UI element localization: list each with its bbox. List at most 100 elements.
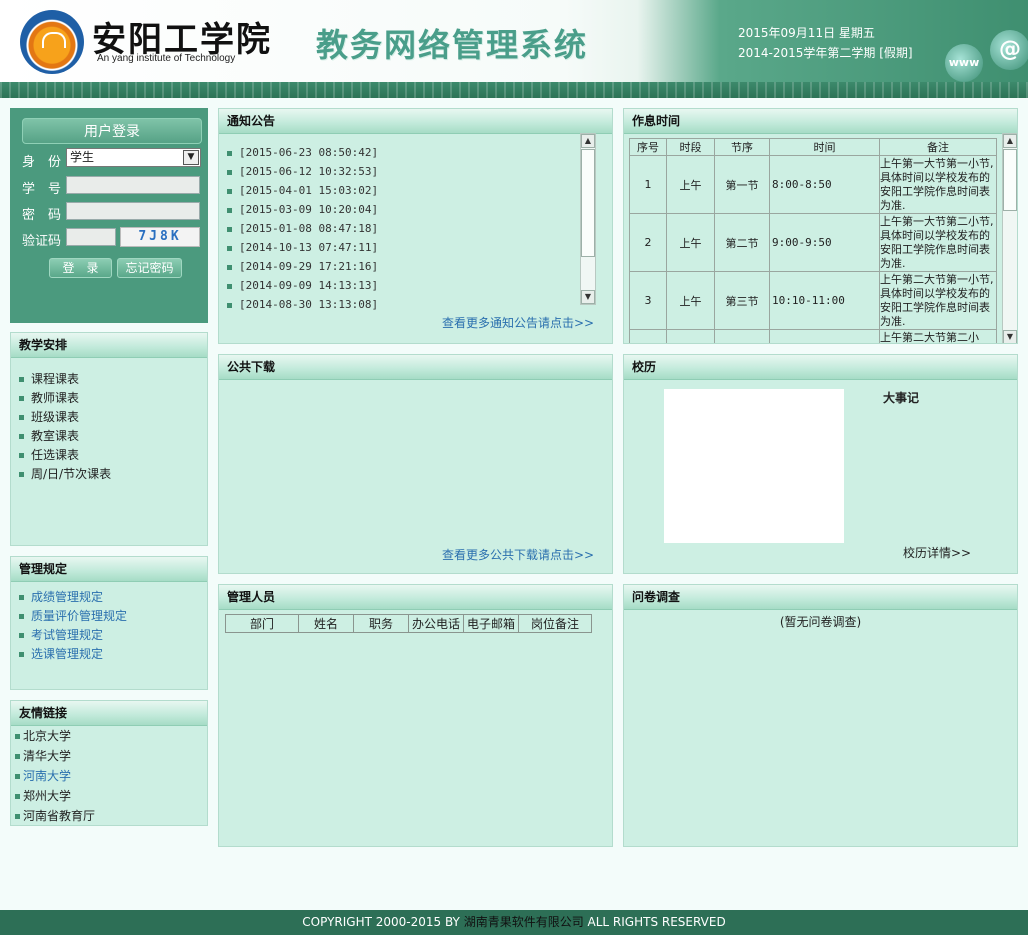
column-header: 岗位备注	[518, 614, 592, 633]
bullet-icon	[227, 302, 232, 308]
column-header: 时间	[769, 138, 880, 156]
scroll-thumb[interactable]	[1003, 149, 1017, 211]
scroll-thumb[interactable]	[581, 149, 595, 257]
notices-panel: 通知公告 [2015-06-23 08:50:42] [2015-06-12 1…	[218, 108, 613, 344]
footer-copyright: COPYRIGHT 2000-2015 BY	[302, 915, 464, 929]
notices-title: 通知公告	[219, 109, 612, 134]
forgot-password-button[interactable]: 忘记密码	[117, 258, 182, 278]
identity-value: 学生	[70, 150, 95, 164]
column-header: 时段	[666, 138, 715, 156]
scroll-up-icon[interactable]: ▲	[1003, 134, 1017, 148]
password-input[interactable]	[66, 202, 200, 220]
list-item[interactable]: 教室课表	[19, 427, 207, 446]
column-header: 节序	[714, 138, 770, 156]
scroll-down-icon[interactable]: ▼	[581, 290, 595, 304]
list-item[interactable]: 河南大学	[15, 766, 207, 786]
list-item[interactable]: 郑州大学	[15, 786, 207, 806]
downloads-more-link[interactable]: 查看更多公共下载请点击>>	[442, 546, 594, 563]
notices-more-link[interactable]: 查看更多通知公告请点击>>	[442, 314, 594, 331]
list-item[interactable]: 成绩管理规定	[19, 588, 207, 607]
survey-empty-text: (暂无问卷调查)	[779, 615, 862, 629]
teaching-panel: 教学安排 课程课表 教师课表 班级课表 教室课表 任选课表 周/日/节次课表	[10, 332, 208, 546]
list-item[interactable]: 河南省教育厅	[15, 806, 207, 826]
list-item[interactable]: [2014-08-30 13:13:08]	[227, 295, 378, 314]
notices-scrollbar[interactable]: ▲ ▼	[580, 133, 596, 305]
list-item[interactable]: 清华大学	[15, 746, 207, 766]
list-item[interactable]: [2015-01-08 08:47:18]	[227, 219, 378, 238]
list-item[interactable]: 周/日/节次课表	[19, 465, 207, 484]
page-header: 安阳工学院 An yang institute of Technology 教务…	[0, 0, 1028, 82]
staff-panel: 管理人员 部门 姓名 职务 办公电话 电子邮箱 岗位备注	[218, 584, 613, 847]
column-header: 序号	[629, 138, 667, 156]
page-footer: COPYRIGHT 2000-2015 BY 湖南青果软件有限公司 ALL RI…	[0, 910, 1028, 935]
list-item[interactable]: 质量评价管理规定	[19, 607, 207, 626]
list-item[interactable]: 任选课表	[19, 446, 207, 465]
footer-rights: ALL RIGHTS RESERVED	[583, 915, 726, 929]
bullet-icon	[19, 633, 24, 638]
bullet-icon	[19, 595, 24, 600]
list-item[interactable]: [2015-06-23 08:50:42]	[227, 143, 378, 162]
list-item[interactable]: 教师课表	[19, 389, 207, 408]
schedule-title: 作息时间	[624, 109, 1017, 134]
list-item[interactable]: [2015-03-09 10:20:04]	[227, 200, 378, 219]
list-item[interactable]: 课程课表	[19, 370, 207, 389]
login-title: 用户登录	[22, 118, 202, 144]
links-title: 友情链接	[11, 701, 207, 726]
survey-title: 问卷调查	[624, 585, 1017, 610]
column-header: 职务	[353, 614, 409, 633]
schedule-table: 序号 时段 节序 时间 备注 1 上午 第一节 8:00-8:50 上午第一大节…	[629, 138, 997, 343]
links-panel: 友情链接 北京大学 清华大学 河南大学 郑州大学 河南省教育厅	[10, 700, 208, 826]
rules-title: 管理规定	[11, 557, 207, 582]
staff-table: 部门 姓名 职务 办公电话 电子邮箱 岗位备注	[225, 614, 592, 633]
list-item[interactable]: 北京大学	[15, 726, 207, 746]
footer-company-link[interactable]: 湖南青果软件有限公司	[464, 915, 584, 929]
list-item[interactable]: 班级课表	[19, 408, 207, 427]
list-item[interactable]: [2015-04-01 15:03:02]	[227, 181, 378, 200]
bullet-icon	[19, 453, 24, 458]
captcha-image[interactable]: 7J8K	[120, 227, 200, 247]
list-item[interactable]: [2014-10-13 07:47:11]	[227, 238, 378, 257]
list-item[interactable]: [2015-06-12 10:32:53]	[227, 162, 378, 181]
bullet-icon	[227, 283, 232, 289]
bullet-icon	[19, 396, 24, 401]
column-header: 姓名	[298, 614, 354, 633]
survey-panel: 问卷调查 (暂无问卷调查)	[623, 584, 1018, 847]
current-date: 2015年09月11日 星期五	[738, 26, 875, 40]
table-header-row: 部门 姓名 职务 办公电话 电子邮箱 岗位备注	[225, 614, 592, 633]
downloads-title: 公共下载	[219, 355, 612, 380]
schedule-scrollbar[interactable]: ▲ ▼	[1002, 133, 1017, 343]
captcha-input[interactable]	[66, 228, 116, 246]
staff-title: 管理人员	[219, 585, 612, 610]
table-row: 上午第二大节第二小	[629, 329, 997, 343]
calendar-image	[664, 389, 844, 543]
bullet-icon	[227, 264, 232, 270]
bullet-icon	[15, 754, 20, 759]
calendar-details-link[interactable]: 校历详情>>	[903, 544, 971, 561]
student-id-input[interactable]	[66, 176, 200, 194]
column-header: 电子邮箱	[463, 614, 519, 633]
login-button[interactable]: 登 录	[49, 258, 112, 278]
bullet-icon	[19, 415, 24, 420]
current-term: 2014-2015学年第二学期 [假期]	[738, 46, 913, 60]
calendar-title: 校历	[624, 355, 1017, 380]
scroll-up-icon[interactable]: ▲	[581, 134, 595, 148]
list-item[interactable]: [2014-09-29 17:21:16]	[227, 257, 378, 276]
chevron-down-icon[interactable]: ▼	[183, 150, 199, 165]
list-item[interactable]: 考试管理规定	[19, 626, 207, 645]
downloads-panel: 公共下载 查看更多公共下载请点击>>	[218, 354, 613, 574]
captcha-label: 验证码	[22, 234, 62, 249]
school-name-en: An yang institute of Technology	[97, 53, 236, 64]
identity-select[interactable]: 学生 ▼	[66, 148, 201, 167]
bullet-icon	[19, 377, 24, 382]
bullet-icon	[227, 188, 232, 194]
system-title: 教务网络管理系统	[316, 26, 589, 64]
scroll-down-icon[interactable]: ▼	[1003, 330, 1017, 343]
bullet-icon	[15, 774, 20, 779]
bullet-icon	[227, 226, 232, 232]
list-item[interactable]: [2014-09-09 14:13:13]	[227, 276, 378, 295]
list-item[interactable]: 选课管理规定	[19, 645, 207, 664]
rules-list: 成绩管理规定 质量评价管理规定 考试管理规定 选课管理规定	[11, 582, 207, 664]
column-header: 备注	[879, 138, 997, 156]
bullet-icon	[19, 652, 24, 657]
login-panel: 用户登录 身 份 学生 ▼ 学 号 密 码 验证码 7J8K 登 录 忘记密码	[10, 108, 208, 323]
